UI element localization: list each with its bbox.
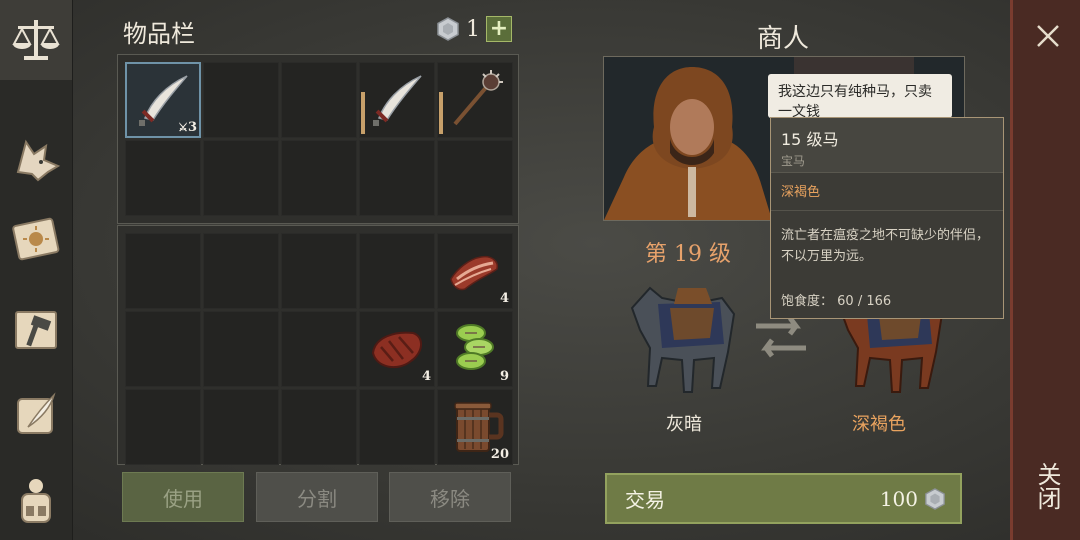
silver-coin-icon [437,17,459,41]
inventory-slot[interactable]: 20 [437,389,513,465]
inventory-slot[interactable]: 9 [437,311,513,387]
swap-arrows-icon[interactable] [752,314,810,360]
horse-right-name: 深褐色 [852,414,906,435]
sun-book-icon [12,217,60,261]
sidebar-item-pets[interactable] [0,120,72,200]
cucumber-slices-icon [456,324,494,370]
item-quantity: 20 [490,447,509,462]
sidebar [0,0,73,540]
inventory-slot[interactable] [281,62,357,138]
inventory-slot[interactable] [125,233,201,309]
inventory-slot[interactable] [203,389,279,465]
horse-left-name: 灰暗 [666,414,702,435]
item-quantity: 9 [499,369,509,384]
inventory-slot[interactable] [125,311,201,387]
close-panel[interactable]: 关闭 [1010,0,1080,540]
sidebar-item-crafting[interactable] [0,290,72,370]
inventory-slot[interactable] [203,311,279,387]
inventory-slot[interactable] [281,311,357,387]
tooltip-item-color: 深褐色 [781,185,821,200]
add-currency-button[interactable]: + [486,16,512,42]
wolf-head-icon [16,139,61,182]
close-label[interactable]: 关闭 [1033,462,1065,510]
close-icon[interactable] [1034,22,1062,50]
inventory-slot[interactable] [359,389,435,465]
scales-icon [12,20,60,60]
inventory-slot[interactable] [281,140,357,216]
inventory-slot[interactable] [203,140,279,216]
inventory-panel-top: ⚔3 [117,54,519,224]
trade-price: 100 [879,486,918,511]
tooltip-description: 流亡者在瘟疫之地不可缺少的伴侣，不以万里为远。 [781,228,990,264]
inventory-slot[interactable]: ⚔3 [125,62,201,138]
steak-icon [371,331,422,369]
inventory-slot[interactable] [437,140,513,216]
inventory-panel-bottom: 4 4 9 20 [117,225,519,465]
tooltip-satiety: 饱食度： 60 / 166 [781,290,891,309]
inventory-slot[interactable] [281,233,357,309]
inventory-slot[interactable] [203,233,279,309]
inventory-slot[interactable] [125,389,201,465]
inventory-slot[interactable] [359,62,435,138]
hammer-map-icon [15,311,57,349]
split-button[interactable]: 分割 [256,472,378,522]
backpack-icon [21,479,51,523]
use-button[interactable]: 使用 [122,472,244,522]
inventory-slot[interactable] [359,233,435,309]
inventory-slot[interactable] [203,62,279,138]
inventory-slot[interactable]: 4 [437,233,513,309]
sidebar-item-recipes[interactable] [0,200,72,280]
coin-count: 1 [466,16,480,42]
item-quantity: ⚔3 [178,120,197,135]
merchant-speech-bubble: 我这边只有纯种马，只卖一文钱 [768,74,952,118]
currency-display: 1 + [436,16,512,42]
silver-coin-icon [925,488,945,510]
tooltip-item-subtitle: 宝马 [781,154,806,168]
horse-gray-icon [630,286,736,393]
item-tooltip: 15 级马 宝马 深褐色 流亡者在瘟疫之地不可缺少的伴侣，不以万里为远。 饱食度… [770,117,1004,319]
inventory-slot[interactable] [359,140,435,216]
item-quantity: 4 [499,291,509,306]
curved-sword-icon [373,75,422,126]
sidebar-item-trade[interactable] [0,0,72,80]
mace-icon [453,70,503,126]
trade-button[interactable]: 交易 100 [605,473,962,524]
tooltip-divider [771,210,1003,211]
quill-scroll-icon [17,392,56,434]
remove-button[interactable]: 移除 [389,472,511,522]
bacon-icon [450,255,499,291]
inventory-slot[interactable] [437,62,513,138]
satiety-value: 60 / 166 [837,294,892,309]
inventory-slot[interactable]: 4 [359,311,435,387]
merchant-title: 商人 [757,24,810,54]
horse-level: 第 19 级 [645,242,731,267]
inventory-slot[interactable] [281,389,357,465]
inventory-title: 物品栏 [123,20,195,48]
dagger-icon: ⚔ [178,121,188,134]
item-quantity: 4 [421,369,431,384]
trade-label: 交易 [625,488,665,512]
inventory-slot[interactable] [125,140,201,216]
sidebar-item-character[interactable] [0,460,72,540]
sidebar-item-quests[interactable] [0,375,72,455]
tooltip-item-name: 15 级马 [781,130,839,149]
satiety-label: 饱食度： [781,294,834,309]
